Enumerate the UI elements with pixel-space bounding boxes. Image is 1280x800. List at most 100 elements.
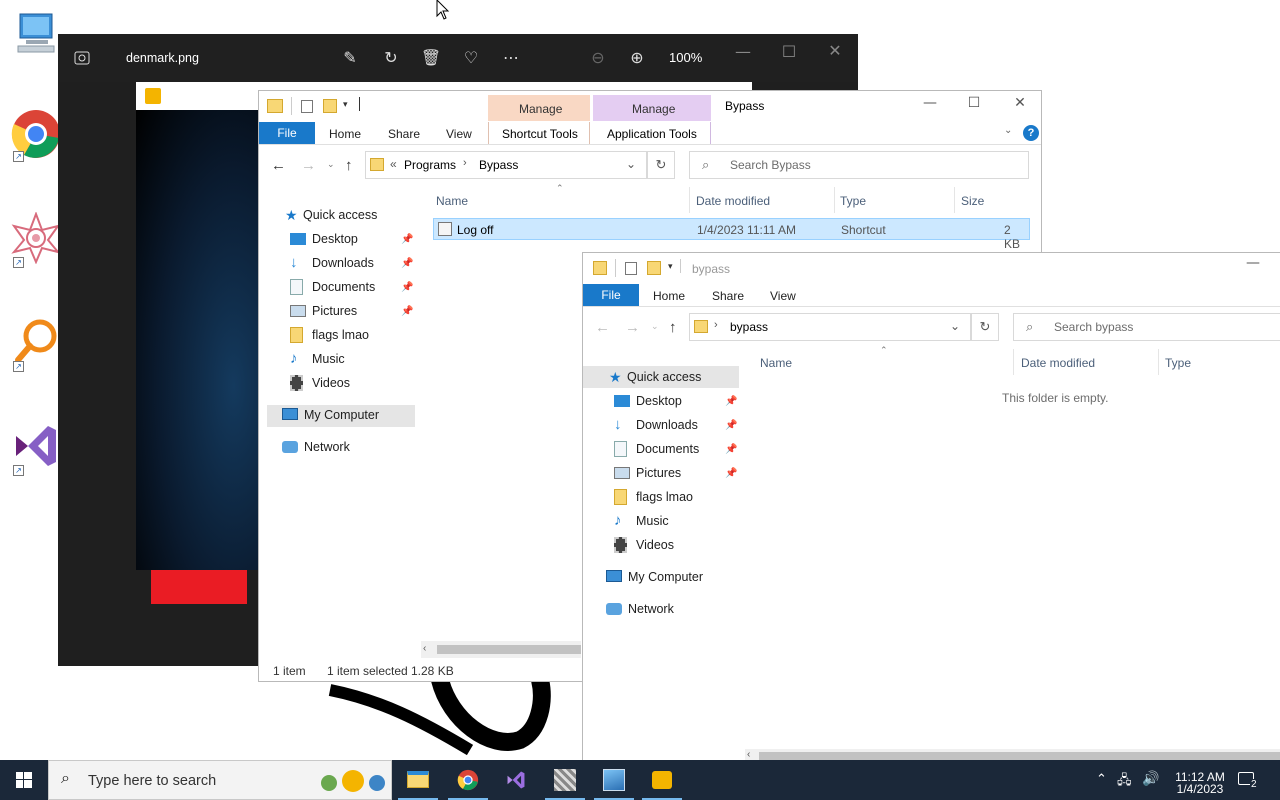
breadcrumb-programs[interactable]: Programs	[404, 158, 456, 172]
customize-qat-icon[interactable]: ▾	[668, 261, 673, 272]
start-button[interactable]	[0, 760, 48, 800]
ribbon-expand-icon[interactable]: ⌄	[1004, 125, 1012, 136]
minimize-button[interactable]: —	[1238, 255, 1268, 271]
new-folder-icon[interactable]	[647, 261, 661, 275]
more-options-icon[interactable]: ⋯	[499, 46, 523, 70]
volume-icon[interactable]: 🔊	[1142, 770, 1159, 787]
tab-home[interactable]: Home	[653, 289, 685, 303]
forward-arrow-icon[interactable]: →	[301, 157, 316, 174]
column-type[interactable]: Type	[840, 194, 866, 208]
star-pattern-desktop-shortcut-icon[interactable]: ↗	[10, 211, 62, 268]
shortcut-file-icon	[438, 222, 452, 236]
show-hidden-icons-chevron-icon[interactable]: ⌃	[1096, 771, 1107, 787]
column-name[interactable]: Name	[760, 356, 792, 370]
favorite-heart-icon[interactable]: ♡	[459, 46, 483, 70]
column-date-modified[interactable]: Date modified	[696, 194, 770, 208]
minimize-button[interactable]: —	[915, 95, 945, 111]
desktop-icon	[614, 395, 630, 407]
new-folder-icon[interactable]	[323, 99, 337, 113]
column-size[interactable]: Size	[961, 194, 984, 208]
photos-titlebar[interactable]: denmark.png ✎ ↻ 🗑 ♡ ⋯ ⊖ ⊕ 100% — ☐ ✕	[58, 34, 858, 82]
taskbar-photos[interactable]	[590, 760, 638, 800]
tab-shortcut-tools[interactable]: Shortcut Tools	[488, 122, 590, 144]
magnifier-desktop-shortcut-icon[interactable]: ↗	[10, 316, 62, 372]
taskbar-image-app[interactable]	[541, 760, 589, 800]
help-icon[interactable]: ?	[1023, 125, 1039, 141]
scroll-left-icon[interactable]: ‹	[747, 749, 750, 760]
maximize-button[interactable]: ☐	[959, 95, 989, 111]
up-arrow-icon[interactable]: ↑	[669, 319, 677, 336]
column-name[interactable]: Name	[436, 194, 468, 208]
network-status-icon[interactable]: 🖧	[1117, 771, 1132, 793]
delete-icon[interactable]: 🗑	[419, 46, 443, 70]
search-input[interactable]: ⌕ Search bypass	[1013, 313, 1280, 341]
taskbar-search-box[interactable]: ⌕ Type here to search	[48, 760, 392, 800]
address-bar[interactable]: › bypass ⌄	[689, 313, 971, 341]
rotate-icon[interactable]: ↻	[379, 46, 403, 70]
back-arrow-icon[interactable]: ←	[595, 319, 610, 336]
photos-minimize-button[interactable]: —	[731, 40, 755, 64]
zoom-out-icon[interactable]: ⊖	[586, 46, 610, 70]
up-arrow-icon[interactable]: ↑	[345, 157, 353, 174]
search-input[interactable]: ⌕ Search Bypass	[689, 151, 1029, 179]
breadcrumb-bypass[interactable]: bypass	[730, 320, 768, 334]
scroll-left-icon[interactable]: ‹	[423, 643, 426, 654]
photos-maximize-button[interactable]: ☐	[777, 40, 801, 64]
refresh-button[interactable]: ↻	[971, 313, 999, 341]
explorer-window-bypass-empty[interactable]: ▾ bypass — File Home Share View ← → ⌄ ↑ …	[582, 252, 1280, 763]
close-button[interactable]: ✕	[1005, 95, 1035, 111]
recent-locations-icon[interactable]: ⌄	[651, 321, 659, 332]
tab-view[interactable]: View	[770, 289, 796, 303]
clock-date[interactable]: 1/4/2023	[1169, 782, 1231, 796]
address-dropdown-icon[interactable]: ⌄	[626, 157, 636, 171]
forward-arrow-icon[interactable]: →	[625, 319, 640, 336]
action-center-icon[interactable]: 2	[1238, 770, 1258, 790]
breadcrumb-overflow[interactable]: «	[390, 157, 397, 171]
chrome-desktop-shortcut-icon[interactable]: ↗	[10, 108, 62, 162]
address-bar[interactable]: « Programs › Bypass ⌄	[365, 151, 647, 179]
properties-icon[interactable]	[625, 262, 637, 275]
edit-image-icon[interactable]: ✎	[338, 46, 362, 70]
taskbar-file-explorer[interactable]	[394, 760, 442, 800]
image-content-dark	[136, 110, 258, 570]
image-app-icon	[554, 769, 576, 791]
taskbar: ⌕ Type here to search ⌃ 🖧 🔊 11:12 AM 1/4…	[0, 760, 1280, 800]
tab-view[interactable]: View	[446, 127, 472, 141]
tab-share[interactable]: Share	[712, 289, 744, 303]
scrollbar-thumb[interactable]	[759, 752, 1280, 760]
desktop-computer-icon[interactable]	[10, 8, 62, 60]
tab-file[interactable]: File	[259, 122, 315, 144]
refresh-button[interactable]: ↻	[647, 151, 675, 179]
recent-locations-icon[interactable]: ⌄	[327, 159, 335, 170]
manage-application-tools-header[interactable]: Manage	[593, 95, 711, 121]
properties-icon[interactable]	[301, 100, 313, 113]
status-size: 1.28 KB	[411, 664, 454, 678]
scrollbar-thumb[interactable]	[437, 645, 581, 654]
taskbar-visual-studio[interactable]	[492, 760, 540, 800]
taskbar-chrome[interactable]	[444, 760, 492, 800]
photos-filename: denmark.png	[126, 51, 199, 65]
column-date-modified[interactable]: Date modified	[1021, 356, 1095, 370]
visual-studio-desktop-shortcut-icon[interactable]: ↗	[10, 420, 62, 476]
horizontal-scrollbar[interactable]: ‹	[421, 641, 581, 658]
address-dropdown-icon[interactable]: ⌄	[950, 319, 960, 333]
zoom-in-icon[interactable]: ⊕	[625, 46, 649, 70]
manage-shortcut-tools-header[interactable]: Manage	[488, 95, 590, 121]
tab-file[interactable]: File	[583, 284, 639, 306]
taskbar-media-player[interactable]	[638, 760, 686, 800]
desktop-icon	[290, 233, 306, 245]
breadcrumb-bypass[interactable]: Bypass	[479, 158, 518, 172]
computer-icon	[282, 408, 298, 420]
column-type[interactable]: Type	[1165, 356, 1191, 370]
tab-application-tools[interactable]: Application Tools	[593, 122, 711, 144]
table-row[interactable]: Log off 1/4/2023 11:11 AM Shortcut 2 KB	[433, 218, 1030, 251]
tab-share[interactable]: Share	[388, 127, 420, 141]
photos-close-button[interactable]: ✕	[823, 39, 847, 63]
search-highlight-icon[interactable]	[315, 767, 387, 795]
tab-home[interactable]: Home	[329, 127, 361, 141]
status-selected: 1 item selected	[327, 664, 408, 678]
customize-qat-icon[interactable]: ▾	[343, 99, 348, 110]
videos-icon	[614, 537, 627, 553]
folder-icon	[290, 327, 303, 343]
back-arrow-icon[interactable]: ←	[271, 157, 286, 174]
